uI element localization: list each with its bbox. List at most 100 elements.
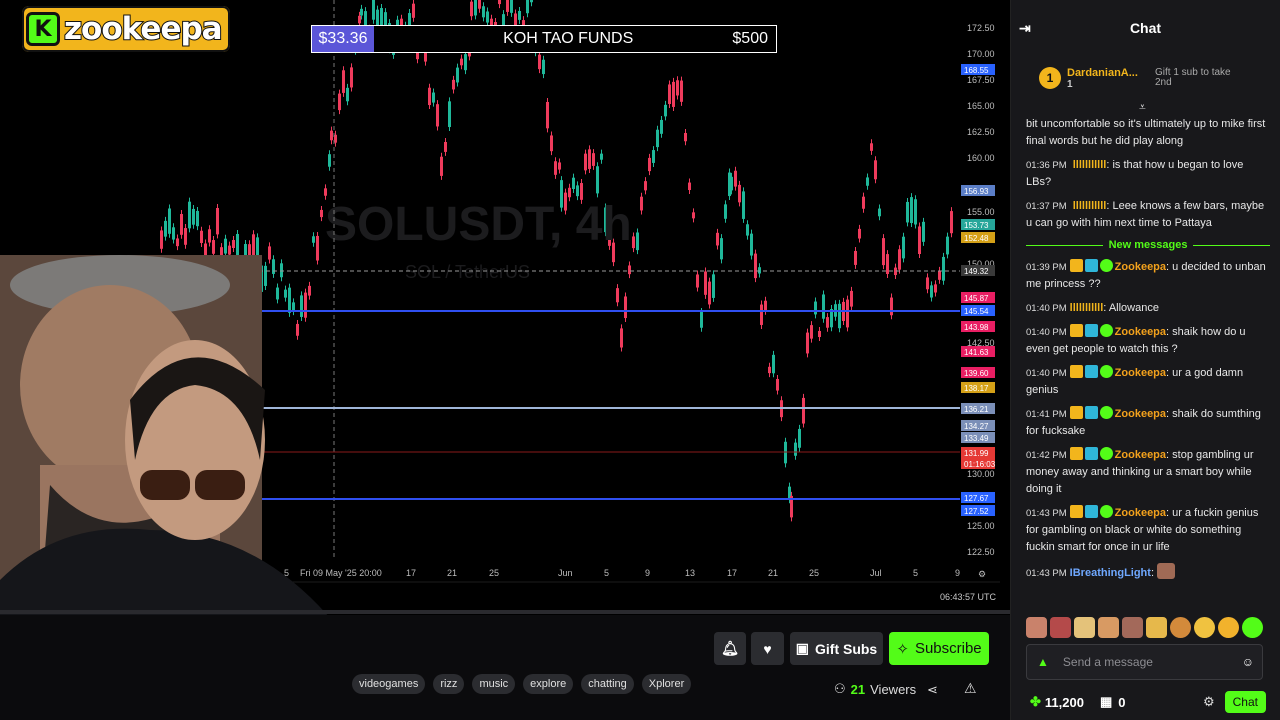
emote-icon[interactable]: [1194, 617, 1215, 638]
video-player[interactable]: SOLUSDT, 4h SOL / TetherUS 172.50 170.00 1…: [0, 0, 1010, 615]
price-tick-label: 160.00: [967, 153, 995, 163]
star-icon: ✧: [896, 640, 909, 658]
message-time: 01:36 PM: [1026, 160, 1067, 171]
channel-logo-text: zookeepa: [63, 10, 224, 48]
chart-watermark-symbol: SOLUSDT, 4h: [325, 198, 632, 251]
message-username[interactable]: IBreathingLight: [1070, 567, 1151, 579]
crown-badge-icon: [1069, 447, 1083, 460]
tag-chip[interactable]: Xplorer: [641, 674, 692, 694]
emote-icon[interactable]: [1122, 617, 1143, 638]
verified-badge-icon: [1099, 324, 1113, 337]
verified-badge-icon: [1099, 447, 1113, 460]
emote-icon[interactable]: [1218, 617, 1239, 638]
tag-chip[interactable]: chatting: [581, 674, 634, 694]
follow-button[interactable]: ♥: [751, 632, 784, 665]
vip-badge-icon: [1084, 447, 1098, 460]
top-gifter-user: DardanianA... 1: [1067, 67, 1145, 90]
drops-count[interactable]: ▦ 0: [1100, 694, 1126, 710]
chat-message-input[interactable]: ▲ Send a message ☺: [1026, 644, 1263, 680]
emoji-icon[interactable]: ☺: [1242, 655, 1254, 669]
emote-icon[interactable]: [1026, 617, 1047, 638]
message-time: 01:41 PM: [1026, 409, 1067, 420]
bell-icon: 🔔︎: [721, 640, 739, 656]
gear-icon[interactable]: ⚙: [1203, 694, 1215, 710]
scroll-down-icon[interactable]: ⩡: [1139, 100, 1146, 115]
report-icon[interactable]: ⚠: [964, 680, 977, 697]
user-badges: [1069, 324, 1113, 337]
tag-chip[interactable]: rizz: [433, 674, 465, 694]
price-tag-label: 131.99: [964, 449, 989, 458]
chat-title: Chat: [1129, 20, 1162, 36]
message-username[interactable]: lllllllllll: [1070, 302, 1104, 314]
funds-title: KOH TAO FUNDS: [503, 30, 634, 47]
time-tick-label: 13: [685, 568, 695, 578]
viewer-count-label: Viewers: [870, 681, 917, 697]
price-tag-label: 139.60: [964, 369, 989, 378]
chat-settings-icon[interactable]: ▲: [1037, 655, 1049, 669]
chat-message: 01:40 PM lllllllllll: Allowance: [1026, 302, 1159, 314]
emote-icon: [1157, 563, 1176, 579]
top-gifter[interactable]: 1 DardanianA... 1 Gift 1 sub to take 2nd: [1011, 56, 1280, 100]
price-tag-label: 143.98: [964, 323, 989, 332]
chat-message: 01:43 PM Zookeepa: ur a fuckin genius for…: [1026, 505, 1259, 553]
user-badges: [1069, 505, 1113, 518]
new-messages-divider: New messages: [1026, 239, 1270, 251]
emote-icon[interactable]: [1074, 617, 1095, 638]
message-username[interactable]: lllllllllll: [1073, 159, 1107, 171]
crown-badge-icon: [1069, 324, 1083, 337]
chat-message: 01:36 PM lllllllllll: is that how u bega…: [1026, 159, 1244, 188]
price-tick-label: 167.50: [967, 75, 995, 85]
emote-bar: [1026, 617, 1263, 638]
viewer-count-number: 21: [850, 681, 866, 697]
emote-icon[interactable]: [1146, 617, 1167, 638]
message-username[interactable]: lllllllllll: [1073, 200, 1107, 212]
price-tag-label: 145.87: [964, 294, 989, 303]
vip-badge-icon: [1084, 365, 1098, 378]
new-messages-label: New messages: [1108, 239, 1188, 251]
channel-logo: K zookeepa: [22, 6, 230, 52]
funds-current: $33.36: [312, 26, 374, 52]
price-tag-label: 153.73: [964, 221, 989, 230]
funds-goal: $500: [732, 30, 768, 47]
stream-info-bar: [0, 615, 1010, 720]
message-username[interactable]: Zookeepa: [1115, 408, 1166, 420]
message-username[interactable]: Zookeepa: [1115, 449, 1166, 461]
vip-badge-icon: [1084, 406, 1098, 419]
price-tag-label: 134.27: [964, 422, 989, 431]
price-tag-label: 133.49: [964, 434, 989, 443]
share-icon[interactable]: ⋖: [927, 682, 938, 698]
message-username[interactable]: Zookeepa: [1115, 367, 1166, 379]
tag-chip[interactable]: music: [472, 674, 516, 694]
video-progress-bar[interactable]: [0, 610, 1010, 614]
message-username[interactable]: Zookeepa: [1115, 261, 1166, 273]
message-username[interactable]: Zookeepa: [1115, 507, 1166, 519]
price-tick-label: 130.00: [967, 469, 995, 479]
time-tick-label: Jun: [558, 568, 573, 578]
message-username[interactable]: Zookeepa: [1115, 326, 1166, 338]
gift-subs-button[interactable]: ▣ Gift Subs: [790, 632, 883, 665]
price-tick-label: 155.00: [967, 207, 995, 217]
time-tick-label: 25: [489, 568, 499, 578]
top-gifter-username: DardanianA...: [1067, 66, 1138, 79]
time-tick-label: 17: [727, 568, 737, 578]
message-time: 01:43 PM: [1026, 568, 1067, 579]
vip-badge-icon: [1084, 259, 1098, 272]
webcam-person-2: [0, 340, 328, 615]
tag-chip[interactable]: videogames: [352, 674, 426, 694]
message-time: 01:39 PM: [1026, 262, 1067, 273]
tag-chip[interactable]: explore: [523, 674, 574, 694]
collapse-chat-icon[interactable]: ⇥: [1019, 20, 1031, 37]
chart-settings-icon[interactable]: ⚙: [978, 569, 986, 579]
price-tag-label: 156.93: [964, 187, 989, 196]
chat-message: 01:41 PM Zookeepa: shaik do sumthing for …: [1026, 406, 1261, 437]
message-time: 01:42 PM: [1026, 450, 1067, 461]
emote-icon[interactable]: [1098, 617, 1119, 638]
channel-points[interactable]: ✤ 11,200: [1030, 694, 1084, 710]
chat-header: ⇥ Chat: [1011, 0, 1280, 56]
notification-bell-button[interactable]: 🔔︎: [714, 632, 746, 665]
subscribe-button[interactable]: ✧ Subscribe: [889, 632, 989, 665]
emote-icon[interactable]: [1050, 617, 1071, 638]
chat-send-button[interactable]: Chat: [1224, 691, 1266, 713]
emote-icon[interactable]: [1242, 617, 1263, 638]
emote-icon[interactable]: [1170, 617, 1191, 638]
